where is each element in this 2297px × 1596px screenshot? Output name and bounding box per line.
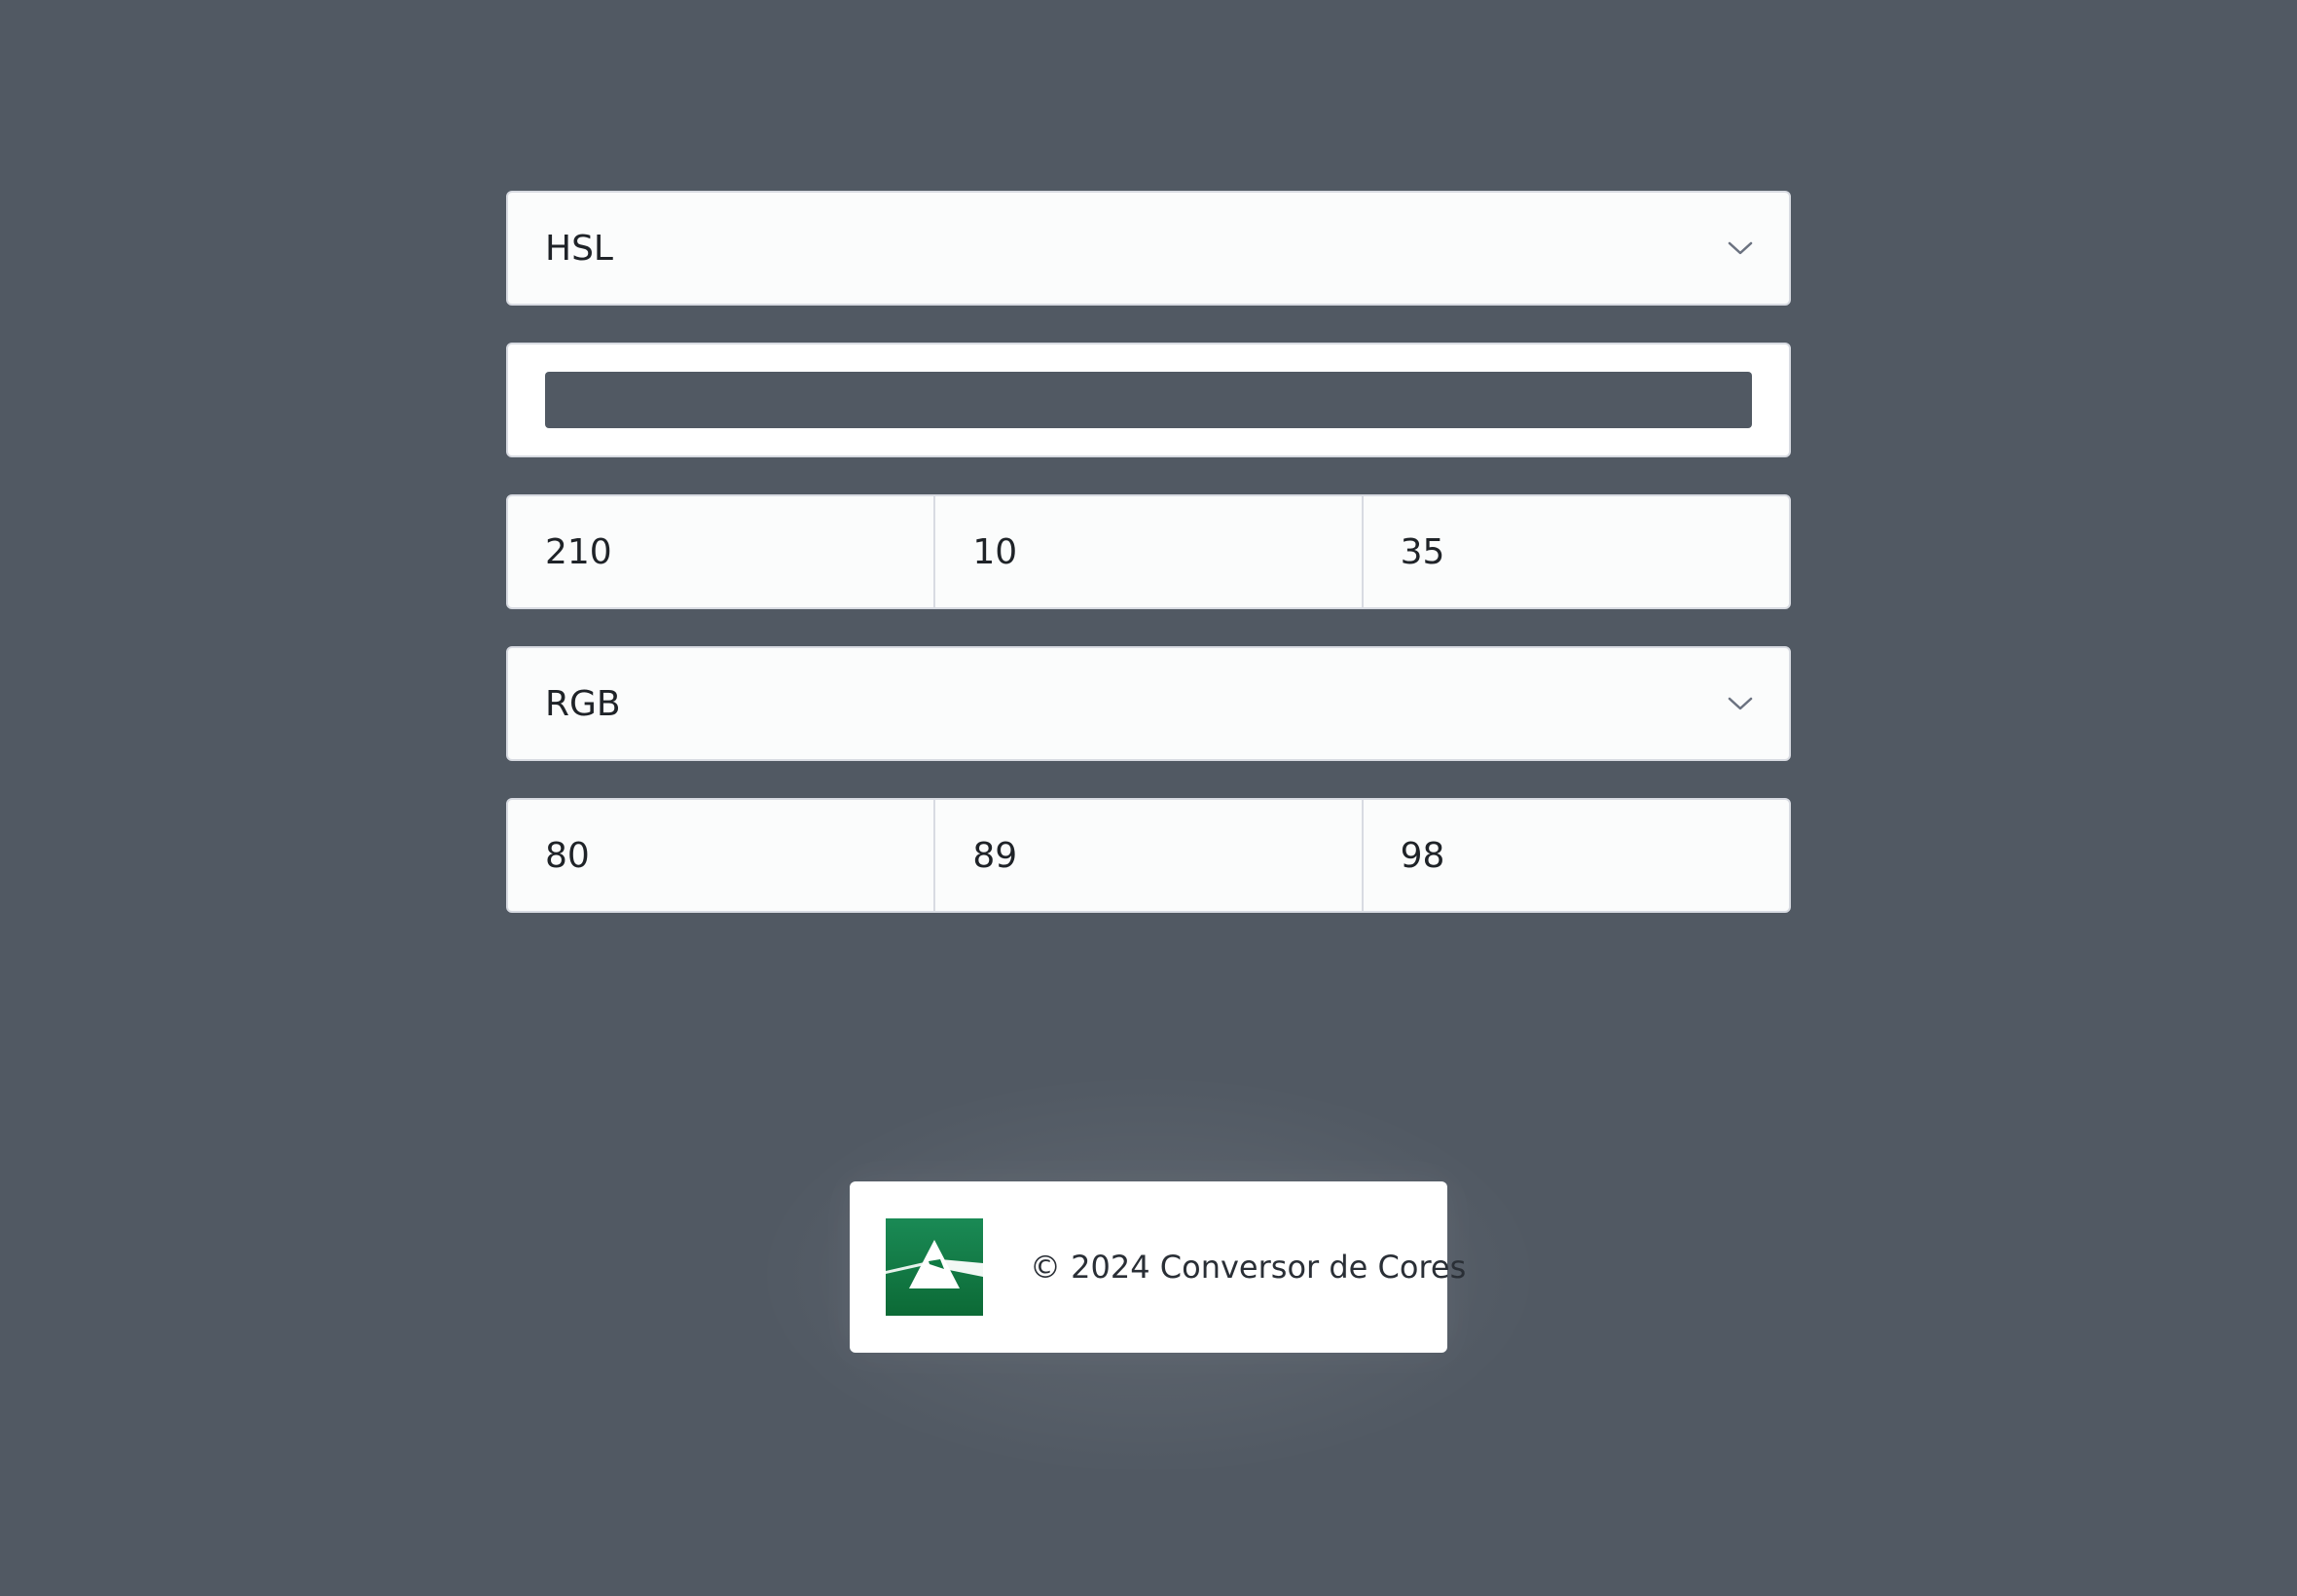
chevron-down-icon	[1727, 690, 1754, 717]
target-values-group: 80 89 98	[506, 798, 1791, 913]
source-value-input-2[interactable]: 10	[935, 496, 1364, 607]
target-value-output-1[interactable]: 80	[508, 800, 936, 911]
target-format-select[interactable]: RGB	[506, 646, 1791, 761]
target-format-value: RGB	[545, 683, 621, 724]
source-format-value: HSL	[545, 228, 613, 269]
target-value-output-3[interactable]: 98	[1364, 800, 1789, 911]
source-format-select[interactable]: HSL	[506, 191, 1791, 306]
source-value-input-1[interactable]: 210	[508, 496, 936, 607]
footer: © 2024 Conversor de Cores	[850, 1181, 1466, 1353]
target-value-output-2[interactable]: 89	[935, 800, 1364, 911]
color-preview-swatch	[545, 372, 1752, 428]
chevron-down-icon	[1727, 235, 1754, 262]
source-value-input-3[interactable]: 35	[1364, 496, 1789, 607]
color-preview-panel	[506, 343, 1791, 457]
prism-logo-icon	[886, 1218, 983, 1316]
source-values-group: 210 10 35	[506, 494, 1791, 609]
copyright-text: © 2024 Conversor de Cores	[1030, 1249, 1467, 1286]
